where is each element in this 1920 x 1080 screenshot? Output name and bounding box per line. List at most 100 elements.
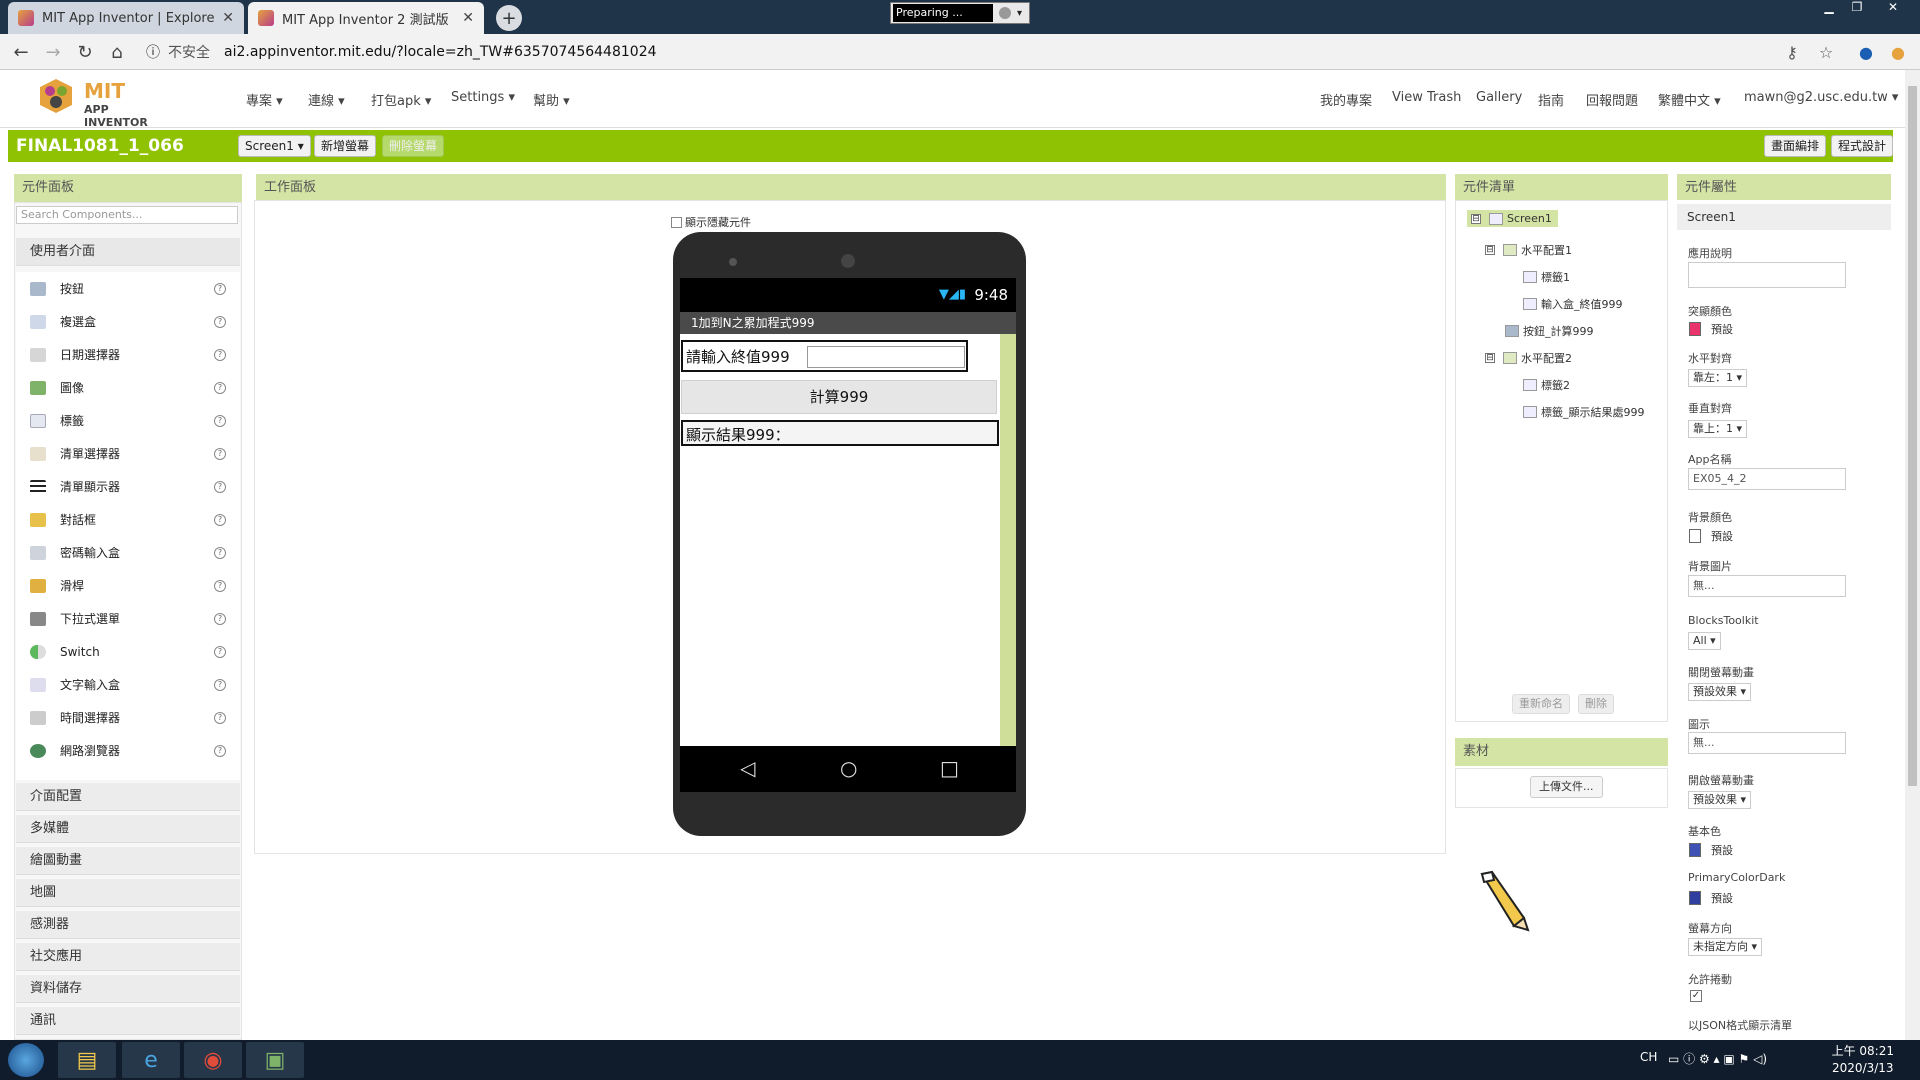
page-scrollbar[interactable]: [1905, 70, 1920, 1040]
help-icon[interactable]: ?: [214, 381, 226, 394]
calculate-button[interactable]: 計算999: [681, 380, 997, 414]
app-name-input[interactable]: EX05_4_2: [1688, 468, 1846, 490]
key-icon[interactable]: ⚷: [1782, 43, 1802, 63]
forward-icon[interactable]: →: [42, 42, 64, 64]
internet-explorer-icon[interactable]: e: [122, 1042, 180, 1078]
link-view-trash[interactable]: View Trash: [1392, 90, 1461, 105]
screen-select[interactable]: Screen1 ▾: [238, 135, 311, 157]
tree-node-result-label[interactable]: 標籤_顯示結果處999: [1523, 404, 1645, 420]
bookmark-star-icon[interactable]: ☆: [1816, 43, 1836, 63]
help-icon[interactable]: ?: [214, 579, 226, 592]
info-icon[interactable]: ⓘ: [146, 42, 160, 62]
palette-item-switch[interactable]: Switch?: [16, 635, 240, 668]
category-user-interface[interactable]: 使用者介面: [16, 238, 240, 266]
align-vertical-select[interactable]: 靠上：1 ▾: [1688, 420, 1748, 438]
close-window-icon[interactable]: ✕: [1880, 0, 1906, 18]
collapse-toggle-icon[interactable]: ⊟: [1485, 353, 1495, 363]
menu-connect[interactable]: 連線 ▾: [308, 90, 345, 109]
screen-orientation-select[interactable]: 未指定方向 ▾: [1688, 938, 1763, 956]
url-field[interactable]: ⓘ 不安全 ai2.appinventor.mit.edu/?locale=zh…: [146, 39, 1806, 65]
category-layout[interactable]: 介面配置: [16, 783, 240, 811]
palette-item-datepicker[interactable]: 日期選擇器?: [16, 338, 240, 371]
help-icon[interactable]: ?: [214, 480, 226, 493]
close-tab-icon[interactable]: ✕: [462, 10, 474, 26]
help-icon[interactable]: ?: [214, 744, 226, 757]
upload-file-button[interactable]: 上傳文件...: [1530, 776, 1603, 798]
help-icon[interactable]: ?: [214, 546, 226, 559]
system-tray-icons[interactable]: ▭ ⓘ ⚙ ▴ ▣ ⚑ ◁): [1668, 1050, 1767, 1067]
link-guide[interactable]: 指南: [1538, 90, 1564, 109]
palette-item-passwordtextbox[interactable]: 密碼輸入盒?: [16, 536, 240, 569]
recorder-app-icon[interactable]: ▣: [246, 1042, 304, 1078]
help-icon[interactable]: ?: [214, 711, 226, 724]
minimize-window-icon[interactable]: ▁: [1816, 0, 1842, 18]
palette-item-checkbox[interactable]: 複選盒?: [16, 305, 240, 338]
checkbox-box[interactable]: [671, 216, 682, 228]
help-icon[interactable]: ?: [214, 513, 226, 526]
menu-help[interactable]: 幫助 ▾: [533, 90, 570, 109]
help-icon[interactable]: ?: [214, 447, 226, 460]
primary-color-picker[interactable]: 預設: [1689, 842, 1733, 858]
home-icon[interactable]: ⌂: [106, 42, 128, 64]
open-screen-animation-select[interactable]: 預設效果 ▾: [1688, 791, 1752, 809]
back-icon[interactable]: ←: [10, 42, 32, 64]
help-icon[interactable]: ?: [214, 315, 226, 328]
link-gallery[interactable]: Gallery: [1476, 90, 1522, 105]
help-icon[interactable]: ?: [214, 414, 226, 427]
accent-color-picker[interactable]: 預設: [1689, 321, 1733, 337]
palette-item-button[interactable]: 按鈕?: [16, 272, 240, 305]
palette-item-image[interactable]: 圖像?: [16, 371, 240, 404]
about-screen-textarea[interactable]: [1688, 262, 1846, 288]
rename-button[interactable]: 重新命名: [1512, 694, 1570, 714]
help-icon[interactable]: ?: [214, 678, 226, 691]
remove-screen-button[interactable]: 刪除螢幕: [382, 135, 445, 157]
input-method-indicator[interactable]: CH: [1640, 1050, 1657, 1064]
collapse-toggle-icon[interactable]: ⊟: [1471, 213, 1481, 224]
palette-item-timepicker[interactable]: 時間選擇器?: [16, 701, 240, 734]
background-color-picker[interactable]: 預設: [1689, 528, 1733, 544]
end-value-textbox[interactable]: [807, 346, 965, 368]
language-select[interactable]: 繁體中文 ▾: [1658, 90, 1721, 109]
record-icon[interactable]: [999, 7, 1011, 19]
category-connectivity[interactable]: 通訊: [16, 1007, 240, 1035]
recorder-widget[interactable]: Preparing ... ▾: [890, 2, 1030, 24]
tree-node-harr2[interactable]: ⊟ 水平配置2: [1485, 350, 1572, 366]
icon-input[interactable]: 無...: [1688, 732, 1846, 754]
add-screen-button[interactable]: 新增螢幕: [314, 135, 377, 157]
profile-avatar-icon[interactable]: ●: [1856, 43, 1876, 63]
tree-node-label1[interactable]: 標籤1: [1523, 269, 1570, 285]
collapse-toggle-icon[interactable]: ⊟: [1485, 245, 1495, 255]
link-report-issue[interactable]: 回報問題: [1586, 90, 1638, 109]
category-social[interactable]: 社交應用: [16, 943, 240, 971]
chrome-icon[interactable]: ◉: [184, 1042, 242, 1078]
browser-tab-ai2[interactable]: MIT App Inventor 2 測試版 ✕: [248, 2, 484, 34]
close-screen-animation-select[interactable]: 預設效果 ▾: [1688, 683, 1752, 701]
update-alert-icon[interactable]: ●: [1888, 43, 1908, 63]
reload-icon[interactable]: ↻: [74, 42, 96, 64]
scrollbar-thumb[interactable]: [1908, 86, 1917, 786]
category-maps[interactable]: 地圖: [16, 879, 240, 907]
account-menu[interactable]: mawn@g2.usc.edu.tw ▾: [1744, 90, 1898, 105]
horizontal-arrangement-2[interactable]: 顯示結果999：: [681, 420, 999, 446]
help-icon[interactable]: ?: [214, 348, 226, 361]
restore-window-icon[interactable]: ❐: [1844, 0, 1870, 18]
palette-item-spinner[interactable]: 下拉式選單?: [16, 602, 240, 635]
palette-item-slider[interactable]: 滑桿?: [16, 569, 240, 602]
help-icon[interactable]: ?: [214, 282, 226, 295]
palette-item-textbox[interactable]: 文字輸入盒?: [16, 668, 240, 701]
category-drawing-animation[interactable]: 繪圖動畫: [16, 847, 240, 875]
category-media[interactable]: 多媒體: [16, 815, 240, 843]
tree-node-label2[interactable]: 標籤2: [1523, 377, 1570, 393]
horizontal-arrangement-1[interactable]: 請輸入終值999: [681, 340, 968, 372]
category-sensors[interactable]: 感測器: [16, 911, 240, 939]
background-image-input[interactable]: 無...: [1688, 575, 1846, 597]
tree-node-harr1[interactable]: ⊟ 水平配置1: [1485, 242, 1572, 258]
show-hidden-components-checkbox[interactable]: 顯示隱藏元件: [671, 214, 751, 230]
palette-item-webviewer[interactable]: 網路瀏覽器?: [16, 734, 240, 767]
phone-screen[interactable]: ▼◢▮ 9:48 1加到N之累加程式999 請輸入終值999 計算999 顯示結…: [680, 278, 1016, 746]
palette-item-listview[interactable]: 清單顯示器?: [16, 470, 240, 503]
search-components-input[interactable]: Search Components...: [16, 206, 238, 224]
blocks-button[interactable]: 程式設計: [1831, 135, 1894, 157]
windows-start-icon[interactable]: [8, 1043, 44, 1077]
palette-item-label[interactable]: 標籤?: [16, 404, 240, 437]
